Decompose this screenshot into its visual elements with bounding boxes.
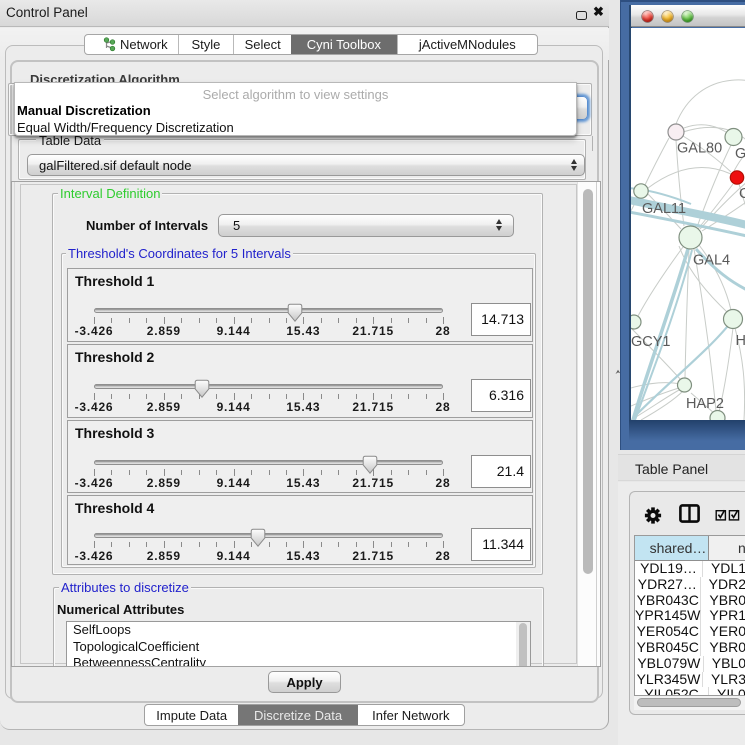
svg-text:GA: GA — [735, 146, 745, 162]
svg-text:GAL4: GAL4 — [693, 253, 730, 269]
svg-text:HA: HA — [736, 333, 745, 349]
svg-text:GCY1: GCY1 — [631, 334, 671, 350]
svg-text:GAL11: GAL11 — [642, 201, 686, 217]
svg-text:HAP2: HAP2 — [686, 396, 724, 412]
svg-text:GAL80: GAL80 — [677, 141, 722, 157]
svg-text:C: C — [739, 186, 745, 202]
